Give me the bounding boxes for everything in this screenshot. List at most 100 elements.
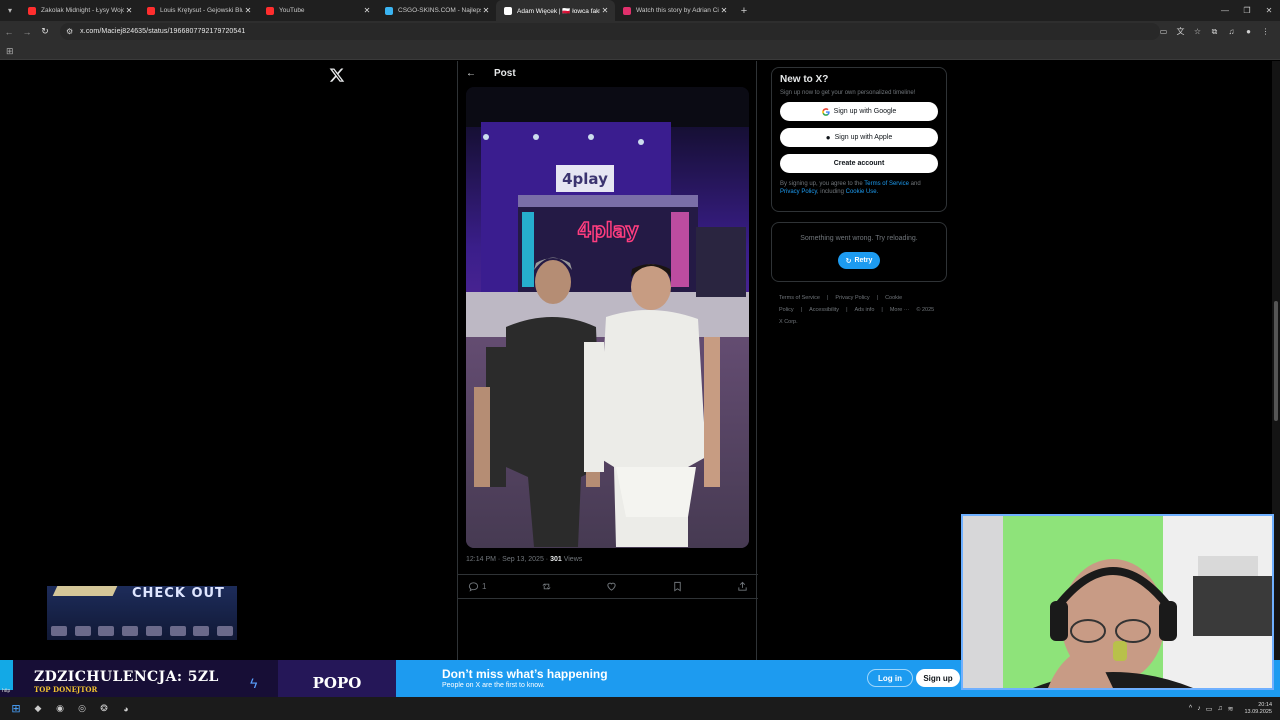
new-tab-button[interactable]: + xyxy=(734,5,754,17)
svg-text:4play: 4play xyxy=(577,218,638,242)
forward-icon[interactable]: → xyxy=(18,27,36,37)
signup-banner: Don’t miss what’s happening People on X … xyxy=(396,660,962,697)
taskbar-app-icon[interactable]: ❂ xyxy=(93,703,115,714)
retry-label: Retry xyxy=(854,257,873,264)
tab-close-icon[interactable]: ✕ xyxy=(362,6,372,15)
site-info-icon[interactable]: ⚙ xyxy=(66,27,73,36)
post-image[interactable]: 4play 4play xyxy=(466,87,749,548)
volume-icon[interactable]: ♫ xyxy=(1217,705,1222,712)
microphone-icon[interactable]: ♪ xyxy=(1197,705,1201,712)
signup-card-title: New to X? xyxy=(780,74,829,85)
tray-chevron-icon[interactable]: ^ xyxy=(1189,705,1192,712)
profile-icon[interactable]: ● xyxy=(1240,27,1257,36)
tab-close-icon[interactable]: ✕ xyxy=(124,6,134,15)
footer-link[interactable]: Privacy Policy xyxy=(835,295,869,301)
menu-icon[interactable]: ⋮ xyxy=(1257,27,1274,36)
browser-tab[interactable]: Watch this story by Adrian Cio ✕ xyxy=(615,0,734,21)
tab-close-icon[interactable]: ✕ xyxy=(243,6,253,15)
share-button[interactable] xyxy=(737,581,748,592)
extensions-icon[interactable]: ⧉ xyxy=(1206,27,1223,37)
error-message: Something went wrong. Try reloading. xyxy=(800,235,918,242)
browser-tab[interactable]: CSGO-SKINS.COM - Najlepszy ✕ xyxy=(377,0,496,21)
close-window-icon[interactable]: ✕ xyxy=(1258,0,1280,21)
tab-favicon-icon xyxy=(504,6,512,15)
restore-icon[interactable]: ❐ xyxy=(1236,0,1258,21)
footer-separator: | xyxy=(846,307,848,313)
tab-close-icon[interactable]: ✕ xyxy=(481,6,491,15)
footer-link[interactable]: Ads info xyxy=(855,307,875,313)
taskbar-app-icon[interactable]: ◆ xyxy=(27,703,49,714)
footer-link[interactable]: Accessibility xyxy=(809,307,839,313)
back-icon[interactable]: ← xyxy=(0,27,18,37)
create-account-button[interactable]: Create account xyxy=(780,154,938,173)
browser-tab[interactable]: YouTube ✕ xyxy=(258,0,377,21)
reply-button[interactable]: 1 xyxy=(468,581,486,592)
apple-icon: ● xyxy=(825,133,831,142)
window-controls: — ❐ ✕ xyxy=(1214,0,1280,21)
page-title: Post xyxy=(494,68,516,79)
google-signup-button[interactable]: Sign up with Google xyxy=(780,102,938,121)
scrollbar-thumb[interactable] xyxy=(1274,301,1278,421)
repost-button[interactable] xyxy=(541,581,552,592)
legal-including: , including xyxy=(816,189,844,195)
terms-link[interactable]: Terms of Service xyxy=(864,181,909,187)
svg-text:4play: 4play xyxy=(562,170,608,188)
share-icon xyxy=(738,581,747,591)
translate-icon[interactable]: 文 xyxy=(1172,26,1189,37)
heart-icon xyxy=(607,582,616,591)
login-button[interactable]: Log in xyxy=(867,669,913,687)
url-text[interactable]: x.com/Maciej824635/status/19668077921797… xyxy=(80,28,245,35)
retry-button[interactable]: ↻ Retry xyxy=(837,252,881,269)
bookmark-icon xyxy=(673,581,681,592)
tab-close-icon[interactable]: ✕ xyxy=(600,6,610,15)
signup-legal-text: By signing up, you agree to the Terms of… xyxy=(780,180,938,196)
apps-grid-icon[interactable]: ⊞ xyxy=(6,46,14,57)
taskbar-app-icon[interactable]: ◎ xyxy=(71,703,93,714)
like-button[interactable] xyxy=(606,581,617,592)
media-icon[interactable]: ♫ xyxy=(1223,27,1240,36)
tab-title: Adam Więcek | 🇵🇱 łowca fakt xyxy=(517,7,600,15)
x-logo-icon[interactable] xyxy=(329,67,345,83)
ad-items xyxy=(51,626,233,636)
browser-tab[interactable]: Louis Krętysut - Gejowski Blues ✕ xyxy=(139,0,258,21)
reload-icon[interactable]: ↻ xyxy=(36,26,54,37)
privacy-link[interactable]: Privacy Policy xyxy=(780,189,817,195)
footer-separator: | xyxy=(826,295,829,301)
tab-title: YouTube xyxy=(279,7,305,14)
taskbar-app-icon[interactable]: ◉ xyxy=(49,703,71,714)
browser-tab[interactable]: Adam Więcek | 🇵🇱 łowca fakt ✕ xyxy=(496,0,615,21)
address-bar[interactable]: ⚙ x.com/Maciej824635/status/196680779217… xyxy=(60,23,1160,40)
footer-link[interactable]: More ··· xyxy=(890,307,910,313)
clock[interactable]: 20:14 13.09.2025 xyxy=(1244,702,1272,716)
display-icon[interactable]: ▭ xyxy=(1206,705,1213,713)
cast-icon[interactable]: ▭ xyxy=(1155,27,1172,36)
back-arrow-icon[interactable]: ← xyxy=(466,68,480,79)
legal-and: and xyxy=(910,181,921,187)
bookmark-button[interactable] xyxy=(672,581,683,592)
bookmark-star-icon[interactable]: ☆ xyxy=(1189,27,1206,36)
toolbar-actions: ▭ 文 ☆ ⧉ ♫ ● ⋮ xyxy=(1155,21,1274,42)
club-photo: 4play 4play xyxy=(466,87,749,548)
footer-link[interactable]: Terms of Service xyxy=(779,295,820,301)
browser-tab[interactable]: Zakolak Midnight - Łysy Wojow ✕ xyxy=(20,0,139,21)
tab-close-icon[interactable]: ✕ xyxy=(719,6,729,15)
cookie-link[interactable]: Cookie Use. xyxy=(846,189,879,195)
bookmarks-bar: ⊞ xyxy=(0,42,1280,60)
tab-search-icon[interactable]: ▾ xyxy=(0,0,20,21)
chrome-taskbar-icon[interactable]: ◕ xyxy=(115,704,137,714)
post-actions: 1 xyxy=(458,574,758,599)
apple-signup-button[interactable]: ● Sign up with Apple xyxy=(780,128,938,147)
minimize-icon[interactable]: — xyxy=(1214,0,1236,21)
post-timestamp[interactable]: 12:14 PM · Sep 13, 2025 · xyxy=(466,556,548,563)
ad-text: CHECK OUT xyxy=(132,586,225,601)
signup-button[interactable]: Sign up xyxy=(916,669,960,687)
views-count: 301 xyxy=(550,556,562,563)
footer-links: Terms of Service | Privacy Policy | Cookie P… xyxy=(771,292,947,328)
footer-separator: | xyxy=(881,307,883,313)
footer-separator: | xyxy=(876,295,879,301)
ad-swoosh xyxy=(52,586,118,596)
windows-start-icon[interactable]: ⊞ xyxy=(5,702,27,715)
network-icon[interactable]: ≋ xyxy=(1228,705,1234,713)
footer-separator: | xyxy=(800,307,803,313)
ad-overlay: CHECK OUT xyxy=(47,586,237,640)
